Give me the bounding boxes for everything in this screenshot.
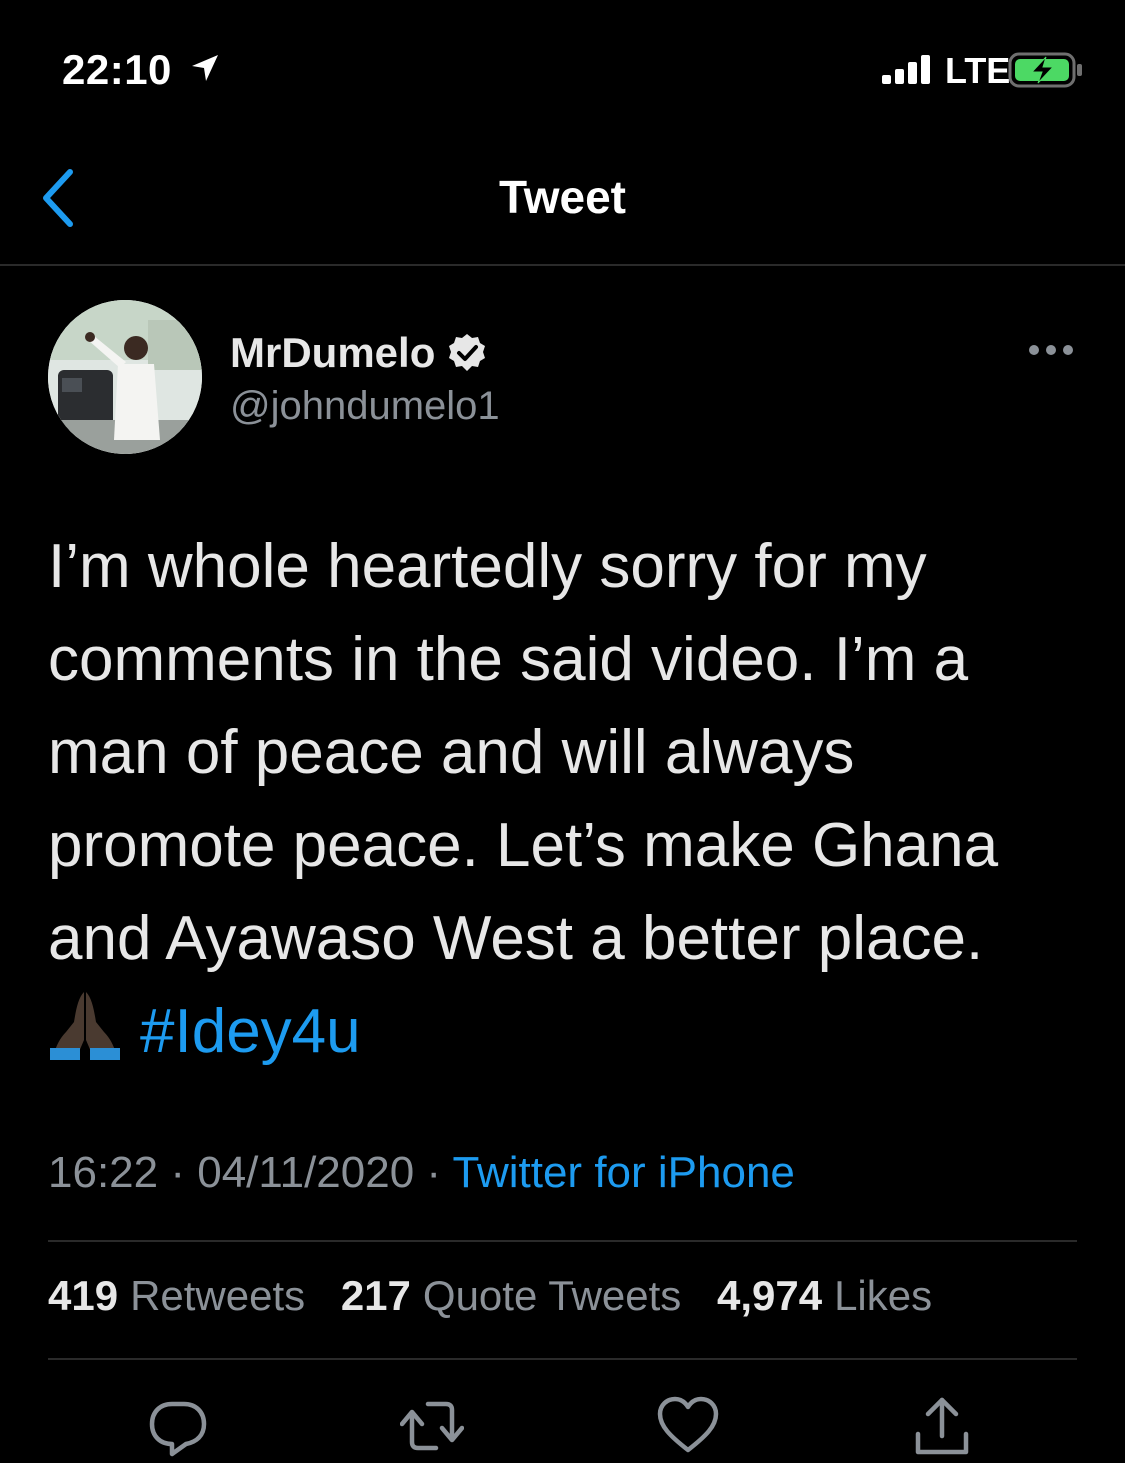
more-options-button[interactable] — [1028, 340, 1074, 360]
source-link[interactable]: Twitter for iPhone — [453, 1148, 795, 1197]
more-dots-icon — [1029, 345, 1073, 355]
tweet-line: promote peace. Let’s make Ghana — [48, 811, 999, 880]
tweet-line: comments in the said video. I’m a — [48, 625, 969, 694]
tweet-line: and Ayawaso West a better place. — [48, 904, 984, 973]
reply-icon — [149, 1401, 207, 1457]
verified-badge-icon — [449, 334, 486, 371]
folded-hands-emoji — [50, 992, 120, 1060]
page-title: Tweet — [499, 171, 626, 223]
divider — [48, 1358, 1077, 1360]
battery-charging-icon — [1008, 52, 1082, 88]
quote-tweets-label: Quote Tweets — [422, 1272, 682, 1319]
share-icon — [915, 1397, 969, 1455]
status-bar: 22:10 LTE — [0, 0, 1125, 130]
retweets-stat[interactable]: 419 Retweets — [48, 1272, 305, 1320]
display-name: MrDumelo — [230, 329, 436, 376]
quote-tweets-count: 217 — [340, 1272, 411, 1319]
meta-separator: · — [426, 1148, 442, 1197]
likes-label: Likes — [834, 1272, 933, 1319]
tweet-last-line: #Idey4u — [48, 985, 1068, 1078]
tweet-line: man of peace and will always — [48, 718, 855, 787]
likes-stat[interactable]: 4,974 Likes — [717, 1272, 932, 1320]
like-button[interactable] — [656, 1394, 720, 1458]
hashtag-link[interactable]: #Idey4u — [140, 997, 361, 1066]
user-handle[interactable]: @johndumelo1 — [230, 384, 500, 429]
status-time: 22:10 — [62, 46, 172, 93]
location-arrow-icon — [192, 55, 218, 81]
action-bar — [0, 1380, 1125, 1462]
retweet-icon — [399, 1401, 465, 1451]
share-button[interactable] — [910, 1394, 974, 1458]
stats-row: 419 Retweets 217 Quote Tweets 4,974 Likes — [48, 1272, 956, 1320]
retweet-button[interactable] — [399, 1394, 465, 1458]
signal-bars-icon — [882, 55, 930, 84]
likes-count: 4,974 — [716, 1272, 823, 1319]
tweet-date: 04/11/2020 — [197, 1148, 415, 1197]
tweet-line: I’m whole heartedly sorry for my — [48, 532, 927, 601]
like-icon — [657, 1396, 719, 1453]
avatar[interactable] — [48, 300, 202, 454]
divider — [48, 1240, 1077, 1242]
display-name-row[interactable]: MrDumelo — [230, 326, 487, 380]
retweets-label: Retweets — [130, 1272, 306, 1319]
tweet-meta: 16:22 · 04/11/2020 · Twitter for iPhone — [48, 1148, 795, 1198]
tweet-text: I’m whole heartedly sorry for my comment… — [48, 520, 1068, 1078]
quote-tweets-stat[interactable]: 217 Quote Tweets — [341, 1272, 681, 1320]
meta-separator: · — [170, 1148, 185, 1197]
retweets-count: 419 — [48, 1272, 119, 1319]
tweet-time: 16:22 — [48, 1148, 159, 1197]
reply-button[interactable] — [146, 1394, 210, 1458]
profile-photo — [48, 300, 202, 454]
network-label: LTE — [945, 50, 1011, 91]
nav-bar: Tweet — [0, 130, 1125, 266]
